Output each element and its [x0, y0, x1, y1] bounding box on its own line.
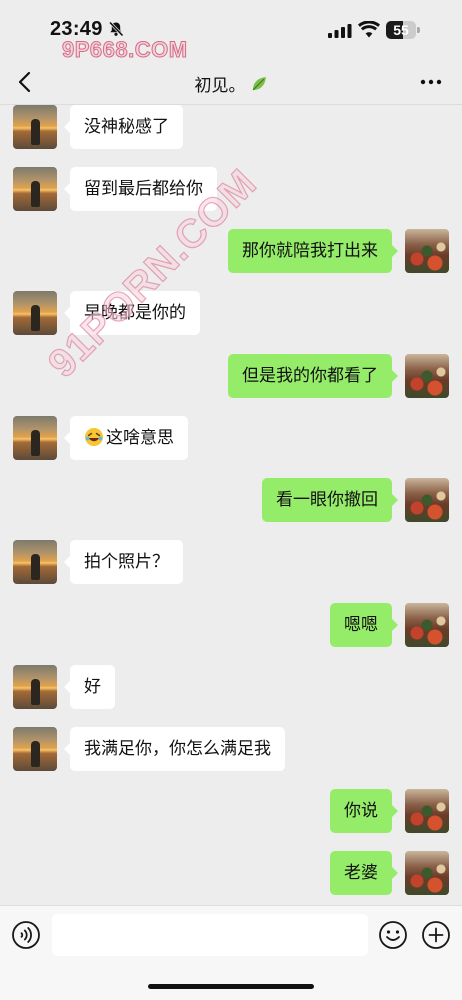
- contact-avatar[interactable]: [13, 291, 57, 335]
- message-bubble-sent[interactable]: 老婆: [330, 851, 398, 895]
- battery-icon: 55: [386, 21, 420, 39]
- wifi-icon: [358, 21, 380, 38]
- message-text: 留到最后都给你: [84, 179, 203, 199]
- battery-body: 55: [386, 21, 416, 39]
- message-bubble-sent[interactable]: 看一眼你撤回: [262, 478, 398, 522]
- message-row: 但是我的你都看了: [0, 354, 462, 398]
- self-avatar[interactable]: [405, 603, 449, 647]
- message-row: 看一眼你撤回: [0, 478, 462, 522]
- message-bubble-received[interactable]: 早晚都是你的: [64, 291, 200, 335]
- message-bubble-received[interactable]: 我满足你，你怎么满足我: [64, 727, 285, 771]
- message-row: 拍个照片？: [0, 540, 462, 584]
- message-list[interactable]: 没神秘感了 留到最后都给你 那你就陪我打出来 早晚都是你的 但是我的你都看了 这…: [0, 105, 462, 905]
- contact-avatar[interactable]: [13, 665, 57, 709]
- battery-percent: 55: [393, 22, 409, 38]
- contact-avatar[interactable]: [13, 416, 57, 460]
- message-text: 没神秘感了: [84, 117, 169, 137]
- contact-avatar[interactable]: [13, 540, 57, 584]
- contact-avatar[interactable]: [13, 105, 57, 149]
- message-bubble-received[interactable]: 留到最后都给你: [64, 167, 217, 211]
- message-text: 老婆: [344, 863, 378, 883]
- plus-circle-icon[interactable]: [421, 920, 451, 950]
- self-avatar[interactable]: [405, 354, 449, 398]
- message-row: 没神秘感了: [0, 105, 462, 149]
- message-bubble-sent[interactable]: 嗯嗯: [330, 603, 398, 647]
- contact-avatar[interactable]: [13, 167, 57, 211]
- message-text: 嗯嗯: [344, 615, 378, 635]
- message-bubble-received[interactable]: 没神秘感了: [64, 105, 183, 149]
- message-text: 看一眼你撤回: [276, 490, 378, 510]
- message-row: 那你就陪我打出来: [0, 229, 462, 273]
- message-row: 留到最后都给你: [0, 167, 462, 211]
- message-bubble-received[interactable]: 好: [64, 665, 115, 709]
- battery-tip: [417, 27, 420, 33]
- message-text: 拍个照片？: [84, 552, 169, 572]
- message-bubble-sent[interactable]: 但是我的你都看了: [228, 354, 398, 398]
- message-row: 我满足你，你怎么满足我: [0, 727, 462, 771]
- chat-title: 初见。: [194, 76, 246, 96]
- status-bar: 23:49 9P668.COM 55: [0, 0, 462, 63]
- chat-title-row: 初见。: [0, 71, 462, 96]
- message-row: 你说: [0, 789, 462, 833]
- contact-avatar[interactable]: [13, 727, 57, 771]
- message-row: 早晚都是你的: [0, 291, 462, 335]
- signal-icon: [328, 24, 352, 38]
- message-bubble-sent[interactable]: 那你就陪我打出来: [228, 229, 398, 273]
- message-text: 你说: [344, 801, 378, 821]
- message-row: 这啥意思: [0, 416, 462, 460]
- message-row: 老婆: [0, 851, 462, 895]
- message-bubble-sent[interactable]: 你说: [330, 789, 398, 833]
- self-avatar[interactable]: [405, 851, 449, 895]
- home-indicator[interactable]: [148, 984, 314, 989]
- message-text: 好: [84, 677, 101, 697]
- self-avatar[interactable]: [405, 478, 449, 522]
- leaf-icon: [252, 77, 266, 91]
- message-text: 那你就陪我打出来: [242, 241, 378, 261]
- emoji-face-icon[interactable]: [378, 920, 408, 950]
- message-bubble-received[interactable]: 这啥意思: [64, 416, 188, 460]
- bell-slash-icon: [108, 21, 124, 37]
- chat-header: 初见。: [0, 60, 462, 105]
- message-text: 但是我的你都看了: [242, 366, 378, 386]
- input-bar: [0, 905, 462, 1000]
- message-text: 早晚都是你的: [84, 303, 186, 323]
- self-avatar[interactable]: [405, 229, 449, 273]
- self-avatar[interactable]: [405, 789, 449, 833]
- message-text: 我满足你，你怎么满足我: [84, 739, 271, 759]
- message-row: 嗯嗯: [0, 603, 462, 647]
- more-dots-icon[interactable]: [416, 70, 446, 94]
- message-input[interactable]: [52, 914, 368, 956]
- rolling-laugh-emoji-icon: [85, 428, 103, 446]
- voice-icon[interactable]: [11, 920, 41, 950]
- message-text: 这啥意思: [106, 428, 174, 448]
- message-bubble-received[interactable]: 拍个照片？: [64, 540, 183, 584]
- message-row: 好: [0, 665, 462, 709]
